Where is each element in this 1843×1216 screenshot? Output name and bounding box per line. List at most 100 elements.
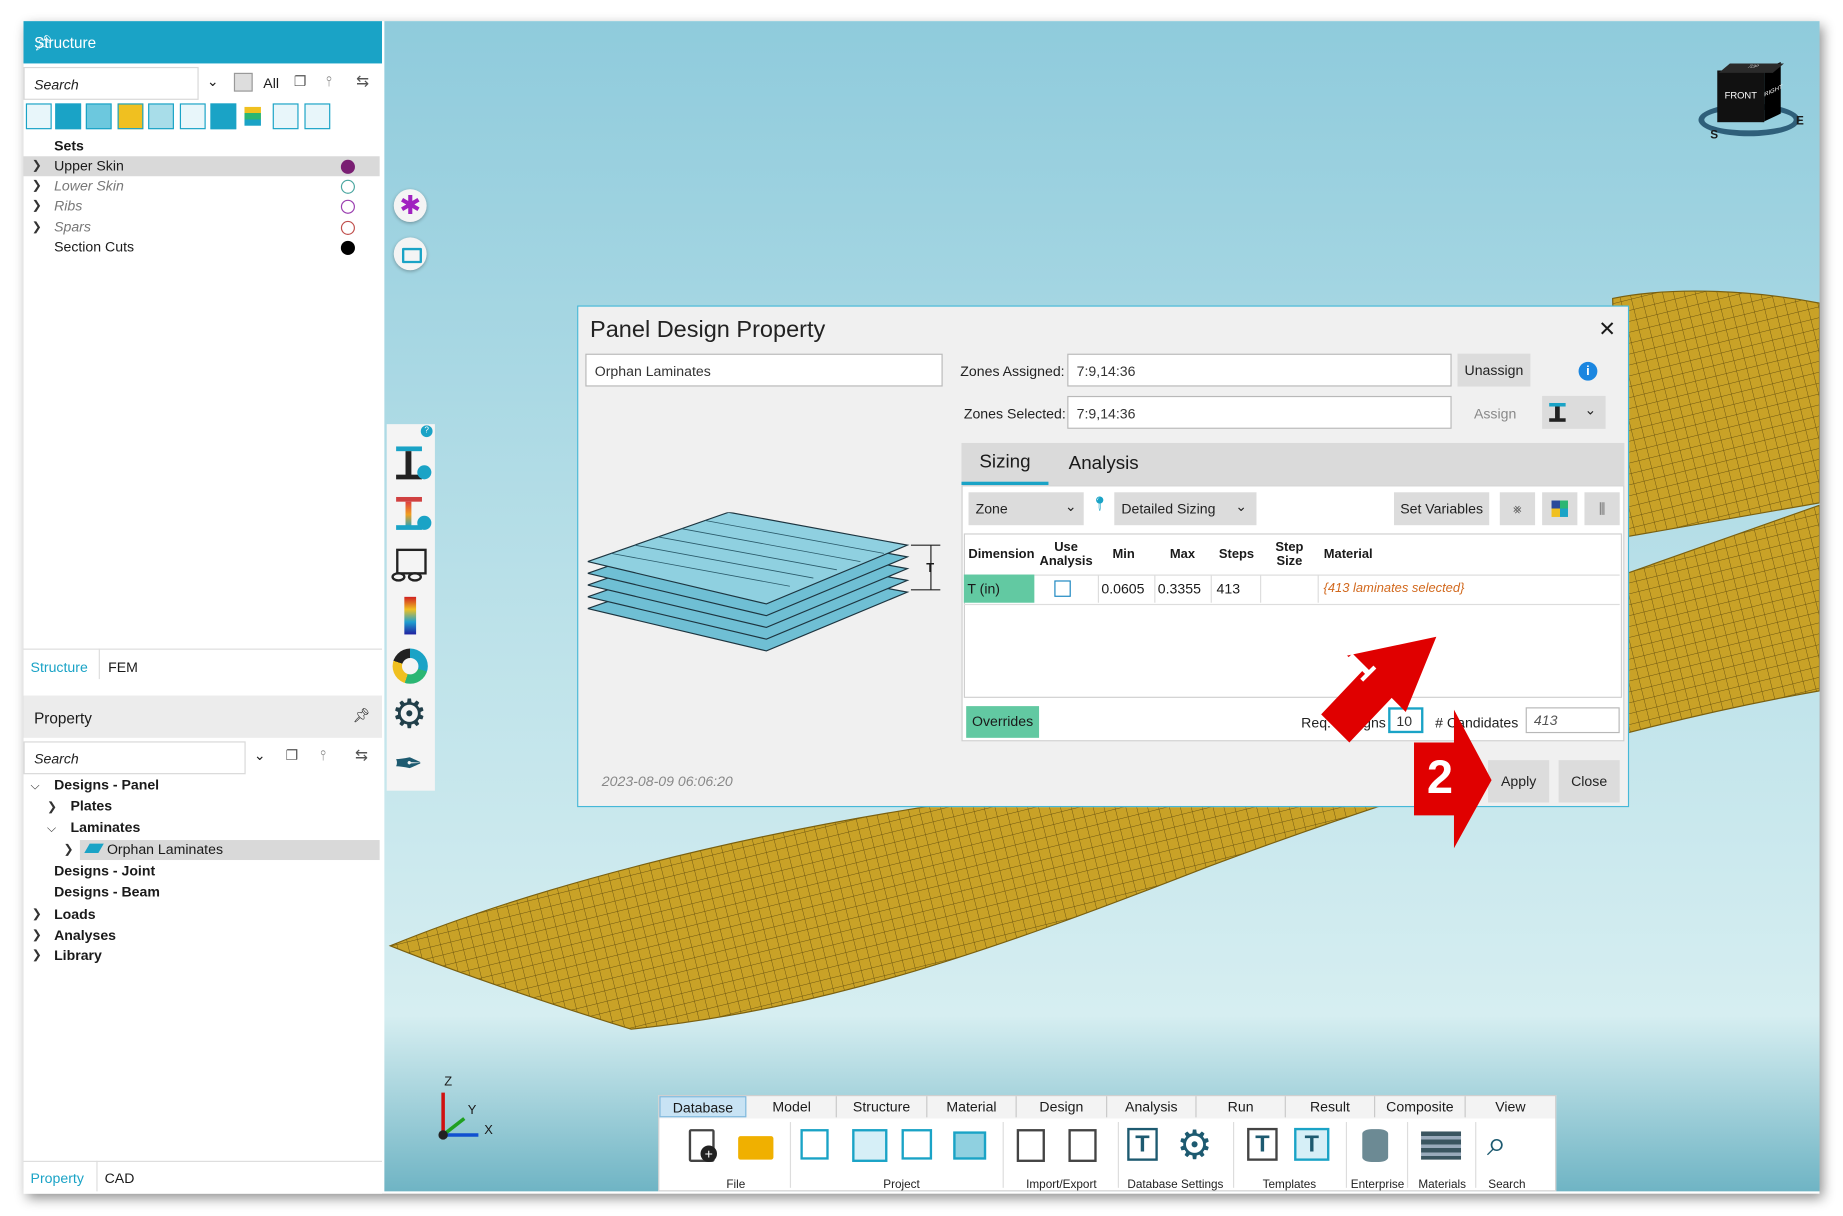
tree-item-laminates[interactable]: Laminates (71, 818, 141, 838)
chevron-right-icon[interactable]: ❯ (32, 908, 42, 921)
ribbon-tab-material[interactable]: Material (927, 1096, 1017, 1118)
template-t-icon[interactable]: T (1247, 1127, 1278, 1161)
swap-icon[interactable]: ⇆ (355, 746, 368, 765)
property-search-input[interactable]: Search (23, 741, 246, 775)
tree-item-designs-joint[interactable]: Designs - Joint (54, 861, 155, 881)
gear-settings-icon[interactable]: ⚙ (391, 692, 429, 737)
tree-item-designs-beam[interactable]: Designs - Beam (54, 882, 160, 902)
color-dot[interactable] (340, 179, 355, 194)
tree-view-icon[interactable]: ⫯ (320, 747, 326, 765)
tree-item-analyses[interactable]: Analyses (54, 926, 116, 946)
tree-item-sets[interactable]: Sets (54, 136, 84, 156)
structure-search-input[interactable]: Search (23, 66, 199, 100)
package-box-icon[interactable] (953, 1131, 987, 1160)
select-rectangle-button[interactable] (393, 237, 427, 271)
columns-tool-button[interactable]: ⫼ (1584, 492, 1620, 526)
tree-item-designs-panel[interactable]: Designs - Panel (54, 775, 159, 795)
report-icon[interactable] (391, 546, 429, 584)
view-cube[interactable]: FRONT RIGHT TOP S E (1698, 61, 1804, 145)
ribbon-tab-model[interactable]: Model (748, 1096, 837, 1118)
plate-icon[interactable] (148, 103, 174, 130)
ribbon-tab-structure[interactable]: Structure (837, 1096, 928, 1118)
shell-icon[interactable] (85, 103, 112, 130)
view-cube-s-label[interactable]: S (1710, 129, 1718, 142)
database-settings-t-icon[interactable]: T (1127, 1127, 1158, 1161)
unassign-button[interactable]: Unassign (1457, 353, 1531, 387)
chevron-down-icon[interactable]: ⌵ (31, 780, 40, 793)
sizing-run-icon[interactable] (391, 444, 432, 482)
chevron-right-icon[interactable]: ❯ (32, 160, 42, 173)
assign-button[interactable]: Assign (1474, 405, 1516, 421)
tab-fem[interactable]: FEM (108, 659, 138, 675)
pen-tool-icon[interactable]: ✒ (391, 745, 429, 786)
enterprise-database-icon[interactable] (1362, 1129, 1389, 1162)
template-edit-icon[interactable]: T (1294, 1127, 1330, 1161)
tab-structure[interactable]: Structure (31, 659, 88, 675)
col-dimension[interactable]: Dimension (966, 548, 1037, 562)
tree-item-spars[interactable]: Spars (54, 217, 91, 237)
ribbon-tab-result[interactable]: Result (1286, 1096, 1376, 1118)
tree-item-lower-skin[interactable]: Lower Skin (54, 176, 124, 196)
ribbon-tab-design[interactable]: Design (1017, 1096, 1108, 1118)
all-filter-label[interactable]: All (263, 75, 279, 91)
cell-material[interactable]: {413 laminates selected} (1324, 575, 1606, 603)
sizing-tool-button[interactable]: ⌄ (1542, 395, 1606, 429)
project-windows-icon[interactable] (852, 1129, 888, 1162)
tree-item-loads[interactable]: Loads (54, 905, 96, 925)
matrix-tool-button[interactable] (1542, 492, 1578, 526)
col-steps[interactable]: Steps (1213, 548, 1260, 562)
cube-filter-icon[interactable] (233, 72, 253, 92)
zones-assigned-field[interactable]: 7:9,14:36 (1067, 353, 1452, 387)
chevron-right-icon[interactable]: ❯ (32, 200, 42, 213)
col-material[interactable]: Material (1319, 548, 1378, 562)
color-dot[interactable] (340, 240, 355, 255)
tab-sizing[interactable]: Sizing (961, 443, 1049, 486)
chevron-right-icon[interactable]: ❯ (32, 929, 42, 942)
chevron-right-icon[interactable]: ❯ (32, 221, 42, 234)
cell-max[interactable]: 0.3355 (1154, 574, 1210, 603)
help-icon[interactable]: ? (420, 425, 433, 438)
materials-icon[interactable] (1421, 1131, 1462, 1160)
col-max[interactable]: Max (1159, 548, 1206, 562)
fastener-icon[interactable] (304, 103, 331, 130)
cell-steps[interactable]: 413 (1210, 574, 1260, 603)
i-beam-icon[interactable] (179, 103, 206, 130)
col-use-analysis[interactable]: Use Analysis (1037, 540, 1096, 568)
sizing-check-icon[interactable] (391, 495, 432, 533)
overrides-button[interactable]: Overrides (966, 706, 1040, 738)
ribbon-tab-analysis[interactable]: Analysis (1107, 1096, 1197, 1118)
link-icon[interactable]: 📍︎ (1091, 496, 1109, 512)
view-cube-top[interactable]: TOP (1718, 63, 1784, 73)
tree-item-library[interactable]: Library (54, 946, 102, 966)
database-settings-gear-icon[interactable]: ⚙ (1177, 1122, 1213, 1169)
cell-step-size[interactable] (1260, 574, 1319, 603)
new-project-icon[interactable] (800, 1129, 829, 1160)
color-dot[interactable] (340, 199, 355, 214)
swap-icon[interactable]: ⇆ (356, 72, 369, 91)
chevron-down-icon[interactable]: ⌄ (254, 747, 266, 763)
sizing-mode-dropdown[interactable]: Detailed Sizing ⌄ (1114, 492, 1257, 526)
color-dot[interactable] (340, 220, 355, 235)
zones-selected-field[interactable]: 7:9,14:36 (1067, 395, 1452, 429)
tab-analysis[interactable]: Analysis (1060, 443, 1147, 485)
tree-view-icon[interactable]: ⫯ (326, 73, 332, 91)
beam-section-icon[interactable] (117, 103, 144, 130)
apply-button[interactable]: Apply (1488, 760, 1550, 803)
joint-icon[interactable] (272, 103, 299, 130)
color-scale-icon[interactable] (391, 596, 429, 635)
view-cube-front[interactable]: FRONT (1717, 70, 1765, 123)
candidates-field[interactable]: 413 (1525, 707, 1620, 734)
import-icon[interactable] (1016, 1129, 1045, 1162)
project-export-icon[interactable] (901, 1129, 933, 1160)
box-icon[interactable] (210, 103, 237, 130)
chevron-down-icon[interactable]: ⌵ (47, 822, 56, 835)
zone-dropdown[interactable]: Zone ⌄ (968, 492, 1084, 526)
chart-tool-button[interactable]: ⨳ (1499, 492, 1536, 526)
col-step-size[interactable]: Step Size (1265, 540, 1314, 568)
close-button[interactable]: Close (1558, 760, 1620, 803)
design-name-field[interactable]: Orphan Laminates (585, 353, 943, 387)
ribbon-tab-composite[interactable]: Composite (1375, 1096, 1466, 1118)
chevron-right-icon[interactable]: ❯ (32, 180, 42, 193)
info-icon[interactable]: i (1578, 361, 1598, 381)
chevron-right-icon[interactable]: ❯ (47, 801, 57, 814)
